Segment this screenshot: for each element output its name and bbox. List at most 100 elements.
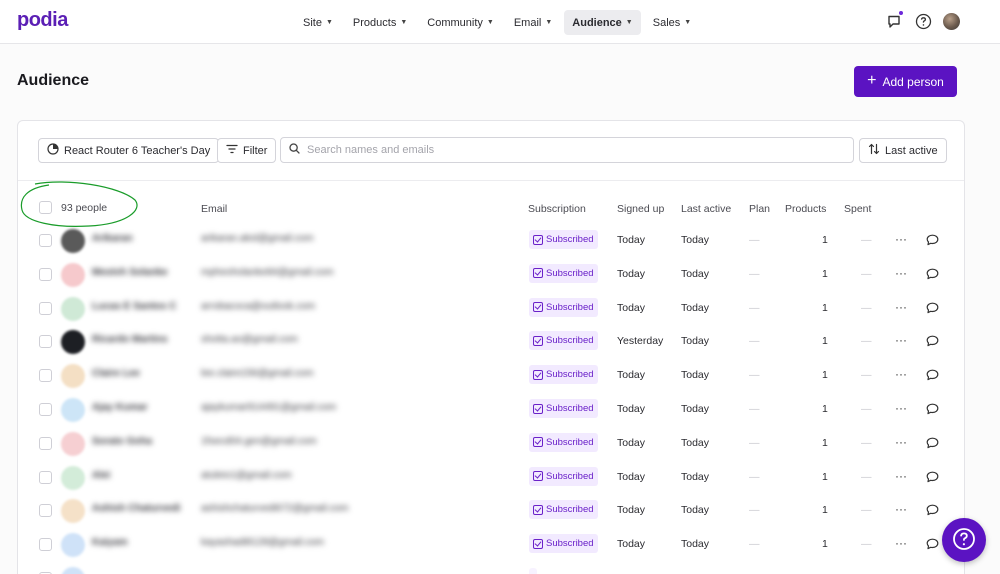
ellipsis-icon[interactable]: ··· — [895, 367, 907, 381]
top-right-icons — [885, 10, 960, 30]
nav-community[interactable]: Community ▼ — [419, 10, 502, 35]
podia-logo[interactable]: podia — [17, 9, 68, 32]
table-row[interactable]: Sorato Goha 1fsecd04.gen@gmail.com Subscri… — [18, 427, 964, 461]
question-circle-icon[interactable] — [914, 12, 932, 30]
column-products[interactable]: Products — [785, 203, 826, 215]
nav-sales[interactable]: Sales ▼ — [645, 10, 699, 35]
row-checkbox[interactable] — [39, 301, 52, 315]
user-avatar[interactable] — [943, 12, 960, 30]
message-bubble-icon[interactable] — [926, 268, 939, 283]
question-circle-icon — [951, 526, 977, 555]
person-name[interactable]: Mestvh Solanke — [92, 267, 168, 278]
avatar — [61, 262, 85, 287]
subscription-badge: Subscribed — [529, 263, 598, 283]
search-input[interactable] — [307, 144, 827, 156]
ellipsis-icon[interactable]: ··· — [895, 469, 907, 483]
ellipsis-icon[interactable]: ··· — [895, 401, 907, 415]
row-checkbox[interactable] — [39, 267, 52, 281]
column-subscription[interactable]: Subscription — [528, 203, 586, 215]
row-checkbox[interactable] — [39, 403, 52, 416]
person-name[interactable]: Arikaran — [92, 233, 133, 244]
message-bubble-icon[interactable] — [926, 403, 939, 418]
ellipsis-icon[interactable]: ··· — [895, 300, 907, 314]
ellipsis-icon[interactable]: ··· — [895, 536, 907, 550]
spent-value: — — [861, 335, 872, 348]
table-row[interactable]: Arikaran arikaran.aksl@gmail.com Subscribe… — [18, 224, 964, 258]
message-bubble-icon[interactable] — [926, 234, 939, 249]
person-name[interactable]: Ricardo Martins — [92, 334, 168, 345]
last-active-value: Today — [681, 538, 710, 551]
products-value: 1 — [822, 403, 828, 415]
nav-email[interactable]: Email ▼ — [506, 10, 560, 35]
person-name[interactable]: Alei — [92, 470, 110, 481]
segment-button[interactable]: React Router 6 Teacher's Day — [38, 138, 220, 163]
ellipsis-icon[interactable]: ··· — [895, 232, 907, 246]
nav-audience[interactable]: Audience ▼ — [564, 10, 641, 35]
plan-value: — — [749, 369, 760, 382]
message-bubble-icon[interactable] — [926, 471, 939, 486]
spent-value: — — [861, 436, 872, 449]
row-checkbox[interactable] — [39, 470, 52, 484]
table-row[interactable]: Ashish Chaturvedi ashishchaturvedi672@gma… — [18, 494, 964, 528]
row-checkbox[interactable] — [39, 538, 52, 552]
row-checkbox[interactable] — [39, 504, 52, 518]
last-active-value: Today — [681, 335, 710, 348]
nav-products[interactable]: Products ▼ — [345, 10, 415, 35]
nav-site[interactable]: Site ▼ — [295, 10, 341, 35]
help-chat-button[interactable] — [942, 518, 986, 562]
ellipsis-icon[interactable]: ··· — [895, 502, 907, 516]
avatar — [61, 364, 85, 389]
ellipsis-icon[interactable]: ··· — [895, 435, 907, 449]
row-checkbox[interactable] — [39, 335, 52, 349]
row-checkbox[interactable] — [39, 369, 52, 383]
subscription-badge: Subscribed — [529, 500, 598, 520]
person-name[interactable]: Sorato Goha — [92, 436, 152, 447]
message-bubble-icon[interactable] — [926, 538, 939, 553]
person-name[interactable]: Claire Lee — [92, 368, 140, 379]
person-name[interactable]: Ashish Chaturvedi — [92, 503, 180, 514]
table-row[interactable] — [18, 562, 964, 574]
last-active-value: Today — [681, 301, 710, 314]
table-row[interactable]: Claire Lee lee.claire156@gmail.com Subscri… — [18, 359, 964, 393]
column-spent[interactable]: Spent — [844, 203, 871, 215]
avatar — [61, 465, 85, 490]
table-row[interactable]: Alei atuleio1@gmail.com Subscribed Today Tod… — [18, 461, 964, 495]
row-checkbox[interactable] — [39, 436, 52, 450]
message-bubble-icon[interactable] — [926, 369, 939, 384]
row-checkbox[interactable] — [39, 234, 52, 247]
ellipsis-icon[interactable]: ··· — [895, 333, 907, 347]
select-all-checkbox[interactable] — [39, 201, 52, 214]
chevron-down-icon: ▼ — [325, 19, 333, 26]
checkbox-checked-icon — [533, 538, 543, 549]
table-row[interactable]: Ajay Kumar ajaykumar914491@gmail.com Subsc… — [18, 393, 964, 427]
subscription-badge — [529, 568, 537, 574]
table-row[interactable]: Ricardo Martins shotta.ao@gmail.com Subscr… — [18, 325, 964, 359]
pie-chart-icon — [47, 143, 59, 158]
table-row[interactable]: Mestvh Solanke mpheoholanke84@gmail.com Su… — [18, 258, 964, 292]
chat-notification-icon[interactable] — [885, 10, 904, 30]
plan-value: — — [749, 504, 760, 517]
column-last-active[interactable]: Last active — [681, 203, 731, 215]
column-signed-up[interactable]: Signed up — [617, 203, 664, 215]
message-bubble-icon[interactable] — [926, 437, 939, 452]
person-email: arikaran.aksl@gmail.com — [201, 233, 314, 244]
sort-last-active-button[interactable]: Last active — [859, 138, 947, 163]
message-bubble-icon[interactable] — [926, 302, 939, 317]
person-email: 1fsecd04.gen@gmail.com — [201, 435, 317, 447]
table-row[interactable]: Kaiyam kayashadi8128@gmail.com Subscribed T… — [18, 528, 964, 562]
person-name[interactable]: Lucas E Santos C — [92, 301, 176, 312]
person-name[interactable]: Kaiyam — [92, 537, 128, 548]
table-row[interactable]: Lucas E Santos C arrobacoca@outlook.com Su… — [18, 292, 964, 326]
message-bubble-icon[interactable] — [926, 335, 939, 350]
ellipsis-icon[interactable]: ··· — [895, 266, 907, 280]
column-email[interactable]: Email — [201, 203, 227, 215]
avatar — [61, 499, 85, 524]
audience-card: React Router 6 Teacher's Day Filter Last… — [17, 120, 965, 574]
spent-value: — — [861, 267, 872, 280]
add-person-button[interactable]: + Add person — [854, 66, 957, 97]
person-name[interactable]: Ajay Kumar — [92, 402, 148, 413]
message-bubble-icon[interactable] — [926, 504, 939, 519]
filter-button[interactable]: Filter — [217, 138, 277, 163]
signed-up-value: Today — [617, 267, 646, 280]
column-plan[interactable]: Plan — [749, 203, 770, 215]
